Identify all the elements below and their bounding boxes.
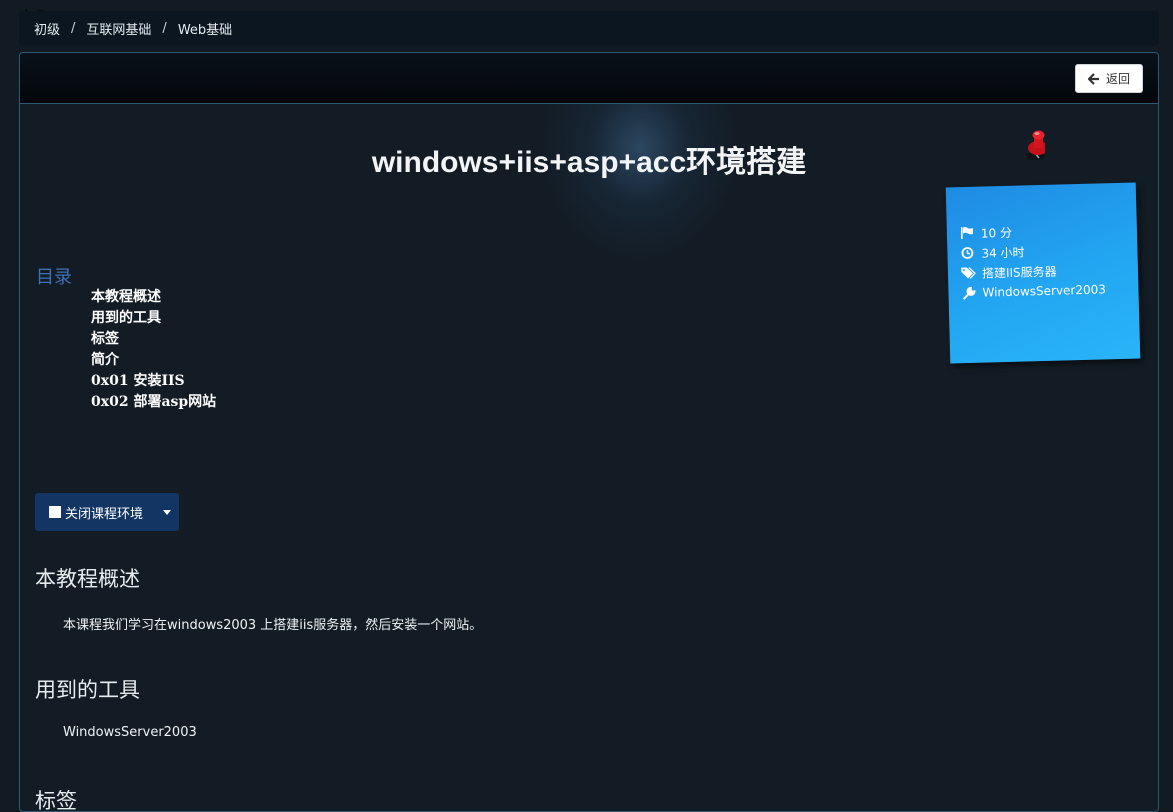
push-pin-icon	[1025, 130, 1045, 160]
close-environment-button[interactable]: 关闭课程环境	[35, 493, 156, 531]
panel-header: 返回	[20, 53, 1158, 104]
wrench-icon	[960, 286, 976, 300]
course-info-note: 10 分 34 小时 搭建IIS服务器 WindowsServer2003	[945, 182, 1141, 364]
breadcrumb-item-level[interactable]: 初级	[34, 19, 60, 38]
toc-item[interactable]: 0x02 部署asp网站	[91, 391, 216, 412]
tags-icon	[960, 266, 976, 280]
caret-down-icon	[163, 509, 172, 515]
toc-item[interactable]: 本教程概述	[91, 286, 216, 307]
toc-item[interactable]: 简介	[91, 349, 216, 370]
clock-icon	[959, 246, 975, 260]
toc-item[interactable]: 标签	[91, 328, 216, 349]
breadcrumb-separator: /	[162, 21, 167, 36]
overview-text: 本课程我们学习在windows2003 上搭建iis服务器，然后安装一个网站。	[63, 618, 483, 633]
course-panel: 返回 windows+iis+asp+acc环境搭建 10 分 34 小时 搭建…	[19, 52, 1159, 812]
breadcrumb-item-category[interactable]: 互联网基础	[86, 19, 151, 38]
environment-button-group: 关闭课程环境	[35, 493, 180, 531]
close-environment-label: 关闭课程环境	[65, 505, 144, 521]
page-title: windows+iis+asp+acc环境搭建	[371, 146, 807, 179]
tools-text: WindowsServer2003	[63, 725, 197, 740]
environment-dropdown-toggle[interactable]	[155, 493, 180, 531]
arrow-left-icon	[1087, 72, 1099, 85]
duration-text: 34 小时	[981, 244, 1025, 261]
tags-heading: 标签	[35, 789, 77, 812]
tool-link[interactable]: WindowsServer2003	[982, 282, 1106, 299]
stop-icon	[49, 506, 61, 518]
toc-title: 目录	[36, 267, 72, 288]
tag-link[interactable]: 搭建IIS服务器	[982, 262, 1057, 281]
tool-row: WindowsServer2003	[960, 279, 1126, 303]
table-of-contents: 本教程概述 用到的工具 标签 简介 0x01 安装IIS 0x02 部署asp网…	[91, 286, 216, 412]
toc-item[interactable]: 0x01 安装IIS	[91, 370, 216, 391]
flag-icon	[959, 226, 975, 240]
toc-item[interactable]: 用到的工具	[91, 307, 216, 328]
back-button-label: 返回	[1105, 72, 1130, 86]
breadcrumb: 初级 / 互联网基础 / Web基础	[19, 11, 1159, 46]
score-text: 10 分	[980, 225, 1013, 241]
back-button[interactable]: 返回	[1075, 64, 1143, 93]
tools-heading: 用到的工具	[35, 678, 140, 702]
overview-heading: 本教程概述	[35, 567, 140, 591]
breadcrumb-separator: /	[71, 21, 76, 36]
breadcrumb-item-current[interactable]: Web基础	[178, 19, 232, 38]
